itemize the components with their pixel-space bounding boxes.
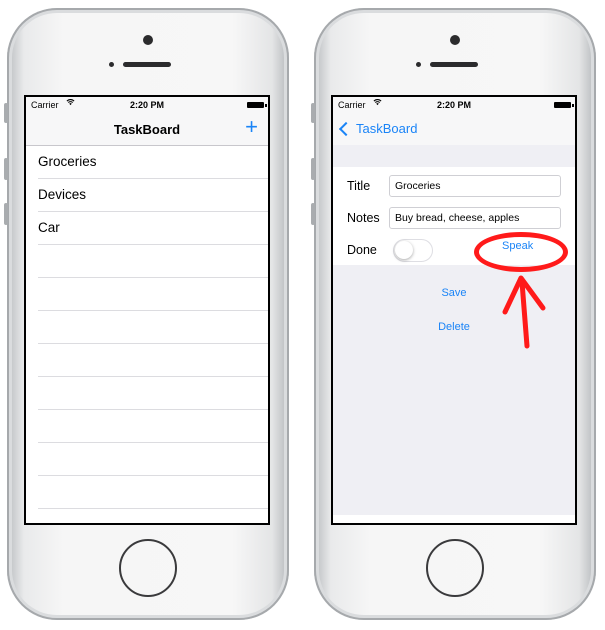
save-button[interactable]: Save (333, 287, 575, 299)
empty-row (38, 476, 268, 509)
title-label: Title (347, 179, 371, 193)
task-table: Groceries Devices Car (26, 146, 268, 523)
home-button[interactable] (119, 539, 177, 597)
front-camera (450, 35, 460, 45)
empty-row (38, 311, 268, 344)
volume-down-button (4, 203, 8, 225)
status-bar: Carrier 2:20 PM (26, 97, 268, 113)
home-button[interactable] (426, 539, 484, 597)
done-label: Done (347, 243, 377, 257)
earpiece-speaker (123, 62, 171, 67)
add-task-button[interactable]: + (245, 116, 258, 138)
task-row-car[interactable]: Car (38, 212, 268, 245)
task-row-groceries[interactable]: Groceries (38, 146, 268, 179)
right-phone-frame: Carrier 2:20 PM TaskBoard Title Grocerie… (311, 8, 596, 620)
back-button-label: TaskBoard (356, 121, 418, 136)
chevron-left-icon (338, 121, 354, 137)
delete-button[interactable]: Delete (333, 321, 575, 333)
annotation-circle (474, 232, 568, 272)
mute-switch (311, 103, 315, 123)
earpiece-speaker (430, 62, 478, 67)
battery-icon (554, 102, 574, 108)
notes-label: Notes (347, 211, 380, 225)
volume-up-button (311, 158, 315, 180)
section-header (333, 145, 575, 167)
right-screen: Carrier 2:20 PM TaskBoard Title Grocerie… (331, 95, 577, 525)
empty-row (38, 245, 268, 278)
empty-row (38, 509, 268, 523)
task-list-screen: Carrier 2:20 PM TaskBoard + Groceries De… (26, 97, 268, 523)
volume-down-button (311, 203, 315, 225)
nav-title: TaskBoard (113, 122, 181, 137)
left-phone-frame: Carrier 2:20 PM TaskBoard + Groceries De… (4, 8, 289, 620)
battery-icon (247, 102, 267, 108)
toggle-knob (395, 240, 413, 259)
task-row-devices[interactable]: Devices (38, 179, 268, 212)
status-time: 2:20 PM (129, 100, 164, 110)
left-screen: Carrier 2:20 PM TaskBoard + Groceries De… (24, 95, 270, 525)
empty-row (38, 344, 268, 377)
done-toggle[interactable] (393, 238, 433, 262)
title-row: Title Groceries (347, 175, 561, 197)
actions-area: Save Delete (333, 265, 575, 515)
empty-row (38, 377, 268, 410)
proximity-sensor (416, 62, 421, 67)
notes-row: Notes Buy bread, cheese, apples (347, 207, 561, 229)
status-bar: Carrier 2:20 PM (333, 97, 575, 113)
notes-field[interactable]: Buy bread, cheese, apples (389, 207, 561, 229)
empty-row (38, 410, 268, 443)
empty-row (38, 278, 268, 311)
empty-row (38, 443, 268, 476)
navigation-bar: TaskBoard (333, 113, 575, 145)
status-time: 2:20 PM (436, 100, 471, 110)
proximity-sensor (109, 62, 114, 67)
title-field[interactable]: Groceries (389, 175, 561, 197)
front-camera (143, 35, 153, 45)
back-button[interactable]: TaskBoard (338, 121, 418, 137)
volume-up-button (4, 158, 8, 180)
task-detail-screen: Carrier 2:20 PM TaskBoard Title Grocerie… (333, 97, 575, 523)
mute-switch (4, 103, 8, 123)
navigation-bar: TaskBoard + (26, 113, 268, 146)
